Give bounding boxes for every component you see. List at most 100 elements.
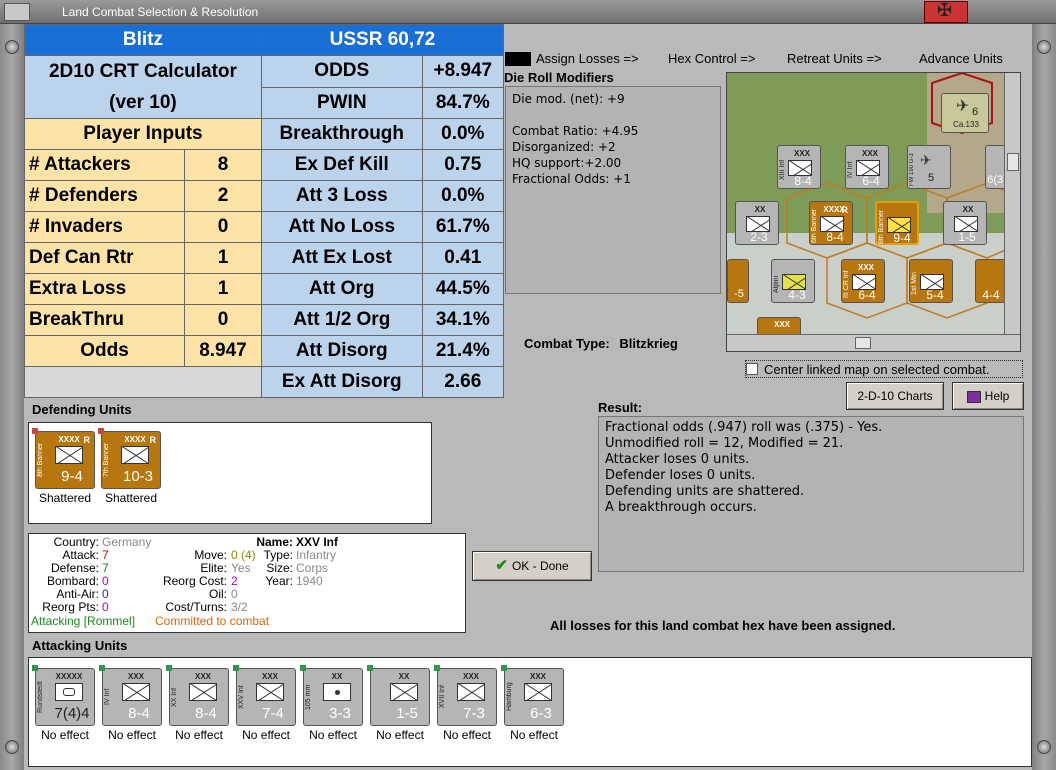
- out-value: 21.4%: [421, 335, 505, 367]
- map-vertical-thumb[interactable]: [1007, 153, 1019, 171]
- help-button[interactable]: Help: [952, 382, 1024, 410]
- map-unit[interactable]: XX 2-3: [735, 201, 779, 245]
- drm-line: [512, 107, 714, 123]
- result-line: Defender loses 0 units.: [605, 468, 756, 483]
- out-label: Att 3 Loss: [260, 180, 423, 212]
- info-attacking: Attacking [Rommel]: [31, 614, 136, 628]
- input-value[interactable]: 2: [184, 180, 262, 212]
- out-value: 0.0%: [421, 180, 505, 212]
- nav-retreat-units[interactable]: Retreat Units =>: [787, 51, 882, 66]
- result-line: A breakthrough occurs.: [605, 500, 757, 515]
- drm-line: Disorganized: +2: [512, 140, 616, 154]
- drm-box: Die mod. (net): +9 Combat Ratio: +4.95 D…: [505, 86, 721, 294]
- input-value[interactable]: 8: [184, 149, 262, 181]
- ok-done-button[interactable]: ✔ OK - Done: [472, 551, 592, 581]
- unit-name: XX Inf: [171, 687, 178, 707]
- unit-status: No effect: [443, 728, 491, 742]
- unit-status: No effect: [309, 728, 357, 742]
- combat-type-label: Combat Type:: [524, 336, 610, 351]
- map-unit[interactable]: XXX IV Inf 6-4: [845, 145, 889, 189]
- info-key: Cost/Turns:: [165, 600, 227, 614]
- defending-unit[interactable]: XXXX R 7th Banner 10-3: [98, 428, 161, 489]
- info-value: 3/2: [231, 600, 248, 614]
- input-value[interactable]: 0: [184, 211, 262, 243]
- nav-advance-units[interactable]: Advance Units: [919, 51, 1003, 66]
- center-map-checkbox[interactable]: Center linked map on selected combat.: [745, 360, 1023, 378]
- map-unit[interactable]: XX 1-5: [943, 201, 987, 245]
- map-unit[interactable]: -5: [727, 259, 749, 303]
- map-unit-selected[interactable]: 8th Banner 9-4: [875, 201, 919, 245]
- input-value[interactable]: 8.947: [184, 335, 262, 367]
- out-label: Ex Att Disorg: [260, 366, 423, 398]
- infantry-icon: [189, 683, 217, 701]
- title-bar[interactable]: Land Combat Selection & Resolution: [0, 0, 1056, 24]
- unit-status: Shattered: [38, 491, 92, 505]
- attacking-unit[interactable]: XXX Hamburg 6-3: [501, 665, 564, 726]
- calc-empty-cell: [24, 366, 262, 398]
- unit-marker-icon: [367, 665, 373, 671]
- attacking-unit[interactable]: XXX IV Inf 8-4: [99, 665, 162, 726]
- unit-factors: 7-4: [262, 705, 284, 722]
- unit-factors: 6-3: [530, 705, 552, 722]
- input-label: Odds: [23, 335, 186, 367]
- unit-status: No effect: [175, 728, 223, 742]
- map-unit[interactable]: Alpini 4-3: [771, 259, 815, 303]
- attacking-unit[interactable]: XXX XX Inf 8-4: [166, 665, 229, 726]
- calc-title-line1: 2D10 CRT Calculator: [48, 61, 237, 82]
- input-value[interactable]: 1: [184, 273, 262, 305]
- attacking-unit[interactable]: XXX XVII Inf 7-3: [434, 665, 497, 726]
- charts-button[interactable]: 2-D-10 Charts: [846, 382, 944, 410]
- nav-hex-control[interactable]: Hex Control =>: [668, 51, 755, 66]
- help-book-icon: [966, 390, 981, 403]
- attacking-unit[interactable]: XX 105 mm 3-3: [300, 665, 363, 726]
- attacking-unit[interactable]: XXX XXV Inf 7-4: [233, 665, 296, 726]
- out-label: PWIN: [260, 86, 423, 119]
- unit-factors: 9-4: [61, 468, 83, 485]
- unit-status: Shattered: [104, 491, 158, 505]
- unit-factors: 9-4: [893, 231, 911, 245]
- map-unit[interactable]: 4-4: [975, 259, 1007, 303]
- info-value: 1940: [296, 574, 323, 588]
- infantry-icon: [457, 683, 485, 701]
- unit-factors: 1-5: [958, 230, 976, 244]
- map-horizontal-thumb[interactable]: [855, 337, 871, 349]
- checkbox-box[interactable]: [746, 363, 758, 375]
- system-menu-icon[interactable]: [4, 3, 30, 21]
- map-unit[interactable]: XXXX R 6th Banner 8-4: [809, 201, 853, 245]
- unit-factors: 8-4: [794, 174, 812, 188]
- combat-type-value: Blitzkrieg: [619, 336, 678, 351]
- hex-map[interactable]: XXX XIII Inf 8-4 XXX IV Inf 6-4 FW 190 G…: [726, 72, 1021, 352]
- nav-assign-losses[interactable]: Assign Losses =>: [536, 51, 639, 66]
- result-line: Defending units are shattered.: [605, 484, 805, 499]
- drm-title: Die Roll Modifiers: [504, 70, 614, 85]
- map-unit-air[interactable]: ✈ 6 Ca.133: [941, 93, 989, 133]
- unit-name: Hamburg: [506, 682, 513, 712]
- map-vertical-scrollbar[interactable]: [1004, 73, 1020, 335]
- map-unit[interactable]: 1st Mtn 5-4: [909, 259, 953, 303]
- unit-factors: 6-4: [858, 288, 876, 302]
- attacking-unit[interactable]: XXXXX Rundstedt 7(4)4: [32, 665, 95, 726]
- unit-size: XX: [398, 672, 410, 681]
- out-value: 61.7%: [421, 211, 505, 243]
- defending-unit[interactable]: XXXX R 8th Banner 9-4: [32, 428, 95, 489]
- map-unit[interactable]: XXX XIII Inf 8-4: [777, 145, 821, 189]
- unit-name: Rundstedt: [37, 681, 44, 713]
- infantry-icon: [256, 683, 284, 701]
- unit-name: XVII Inf: [439, 685, 446, 709]
- infantry-icon: [55, 446, 83, 464]
- all-losses-message: All losses for this land combat hex have…: [550, 618, 896, 633]
- result-title: Result:: [598, 400, 643, 415]
- unit-factors: 4-3: [788, 288, 806, 302]
- unit-name: FW 190 G-3: [909, 153, 915, 187]
- unit-factors: -5: [734, 288, 744, 300]
- map-horizontal-scrollbar[interactable]: [727, 334, 1020, 351]
- map-unit-air[interactable]: FW 190 G-3 5 ✈: [907, 145, 951, 189]
- crt-calculator: Blitz USSR 60,72 2D10 CRT Calculator (ve…: [23, 24, 505, 398]
- input-value[interactable]: 1: [184, 242, 262, 274]
- unit-size: XXXX: [124, 435, 146, 444]
- input-label: # Defenders: [23, 180, 186, 212]
- drm-line: HQ support:+2.00: [512, 156, 622, 170]
- attacking-unit[interactable]: XX 1-5: [367, 665, 430, 726]
- map-unit[interactable]: XXX III CR Inf 6-4: [841, 259, 885, 303]
- input-value[interactable]: 0: [184, 304, 262, 336]
